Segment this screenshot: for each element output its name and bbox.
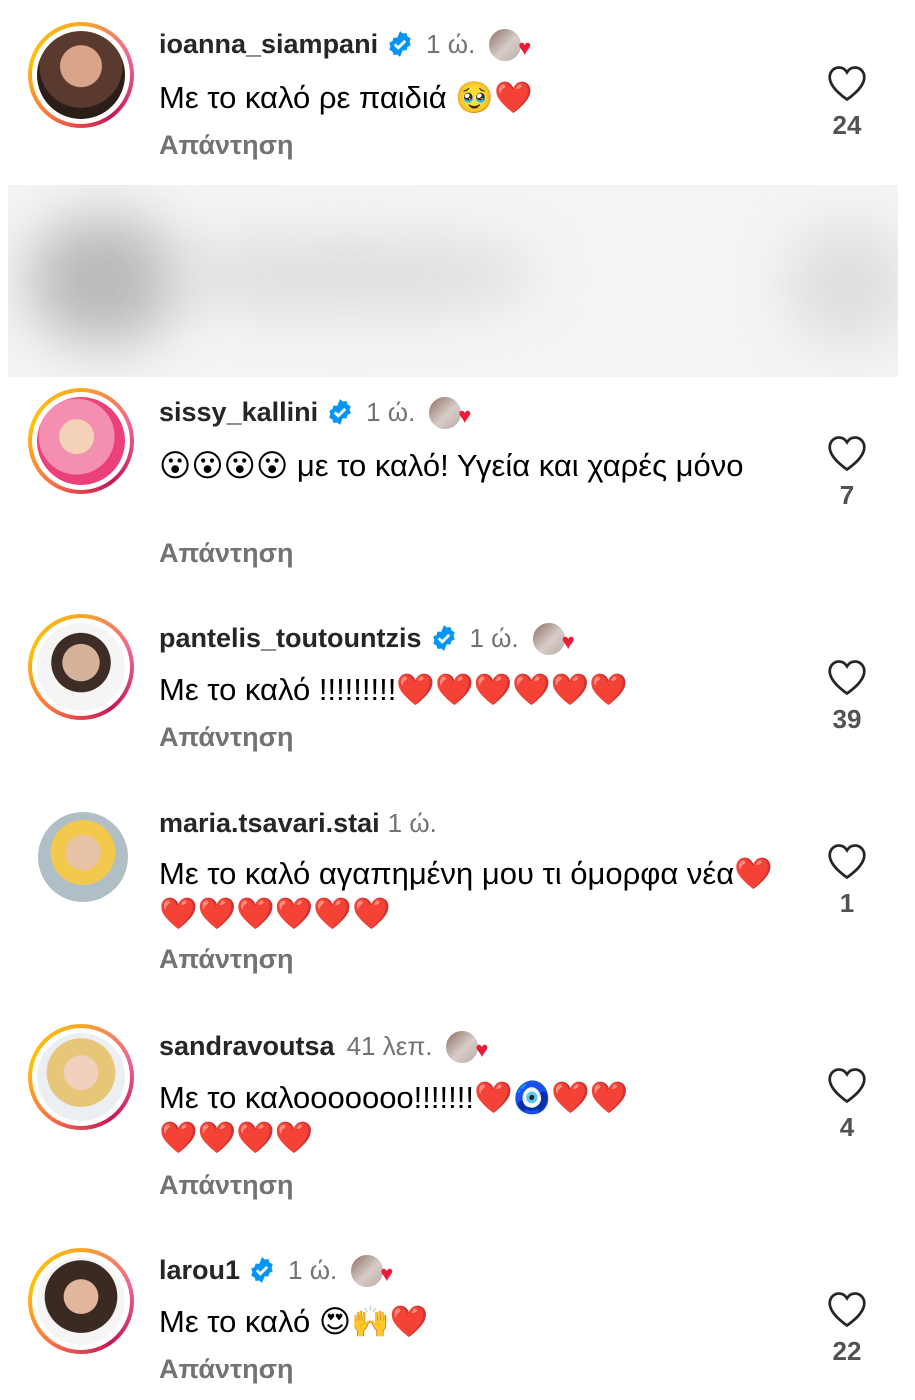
reply-button[interactable]: Απάντηση bbox=[159, 944, 294, 975]
like-button[interactable]: 24 bbox=[822, 64, 872, 141]
avatar-story-ring[interactable] bbox=[28, 388, 134, 494]
avatar bbox=[37, 1257, 125, 1345]
author-liked-indicator: ♥ bbox=[487, 27, 531, 63]
like-button[interactable]: 1 bbox=[822, 842, 872, 919]
author-liked-heart-icon: ♥ bbox=[518, 35, 532, 60]
verified-badge-icon bbox=[251, 1257, 273, 1283]
heart-outline-icon bbox=[828, 436, 866, 472]
reply-button[interactable]: Απάντηση bbox=[159, 538, 294, 569]
author-liked-indicator: ♥ bbox=[427, 395, 471, 431]
verified-badge-icon bbox=[329, 399, 351, 425]
comment-text: Με το καλό ρε παιδιά 🥹❤️ bbox=[159, 80, 533, 115]
username[interactable]: sandravoutsa bbox=[159, 1031, 335, 1062]
verified-badge-icon bbox=[389, 31, 411, 57]
blurred-comment-region bbox=[8, 185, 898, 377]
author-liked-heart-icon: ♥ bbox=[380, 1261, 394, 1286]
like-button[interactable]: 7 bbox=[822, 434, 872, 511]
heart-outline-icon bbox=[828, 66, 866, 102]
comment-time: 1 ώ. bbox=[366, 396, 416, 427]
author-liked-heart-icon: ♥ bbox=[458, 403, 472, 428]
comment-time: 1 ώ. bbox=[426, 28, 476, 59]
avatar-story-ring[interactable] bbox=[28, 614, 134, 720]
heart-outline-icon bbox=[828, 660, 866, 696]
comment-time: 41 λεπ. bbox=[346, 1030, 433, 1061]
heart-outline-icon bbox=[828, 1068, 866, 1104]
verified-badge-icon bbox=[432, 625, 455, 651]
author-liked-indicator: ♥ bbox=[530, 621, 575, 657]
reply-button[interactable]: Απάντηση bbox=[159, 1354, 294, 1385]
username[interactable]: larou1 bbox=[159, 1255, 240, 1286]
avatar bbox=[37, 397, 125, 485]
username[interactable]: pantelis_toutountzis bbox=[159, 623, 422, 654]
comment-time: 1 ώ. bbox=[288, 1254, 338, 1285]
reply-button[interactable]: Απάντηση bbox=[159, 722, 294, 753]
reply-button[interactable]: Απάντηση bbox=[159, 1170, 294, 1201]
comment-time: 1 ώ. bbox=[387, 807, 437, 838]
like-count: 4 bbox=[839, 1112, 855, 1142]
like-count: 7 bbox=[839, 480, 855, 510]
reply-button[interactable]: Απάντηση bbox=[159, 130, 294, 161]
username[interactable]: sissy_kallini bbox=[159, 397, 318, 428]
comment-text: Με το καλό !!!!!!!!!❤️❤️❤️❤️❤️❤️ bbox=[159, 672, 628, 707]
like-button[interactable]: 39 bbox=[822, 658, 872, 735]
username[interactable]: maria.tsavari.stai bbox=[159, 808, 380, 839]
comment-text: Με το καλοοοοοοο!!!!!!!❤️🧿❤️❤️❤️❤️❤️❤️ bbox=[159, 1080, 629, 1155]
comment-time: 1 ώ. bbox=[469, 622, 519, 653]
avatar-story-ring[interactable] bbox=[28, 1024, 134, 1130]
username[interactable]: ioanna_siampani bbox=[159, 29, 378, 60]
comment-text: Με το καλό 😍🙌❤️ bbox=[159, 1304, 429, 1339]
author-liked-heart-icon: ♥ bbox=[561, 629, 575, 654]
heart-outline-icon bbox=[828, 844, 866, 880]
like-button[interactable]: 4 bbox=[822, 1066, 872, 1143]
like-count: 1 bbox=[839, 888, 855, 918]
comment-text: Με το καλό αγαπημένη μου τι όμορφα νέα❤️… bbox=[159, 856, 773, 931]
avatar bbox=[37, 31, 125, 119]
author-liked-indicator: ♥ bbox=[349, 1253, 393, 1289]
like-count: 22 bbox=[832, 1336, 862, 1366]
avatar bbox=[37, 1033, 125, 1121]
avatar bbox=[37, 623, 125, 711]
comment-text: 😮😮😮😮 με το καλό! Υγεία και χαρές μόνο bbox=[159, 448, 744, 483]
like-count: 24 bbox=[832, 110, 862, 140]
avatar[interactable] bbox=[38, 812, 128, 902]
avatar-story-ring[interactable] bbox=[28, 1248, 134, 1354]
author-liked-heart-icon: ♥ bbox=[475, 1037, 489, 1062]
avatar-story-ring[interactable] bbox=[28, 22, 134, 128]
heart-outline-icon bbox=[828, 1292, 866, 1328]
like-count: 39 bbox=[832, 704, 862, 734]
like-button[interactable]: 22 bbox=[822, 1290, 872, 1367]
author-liked-indicator: ♥ bbox=[444, 1029, 488, 1065]
